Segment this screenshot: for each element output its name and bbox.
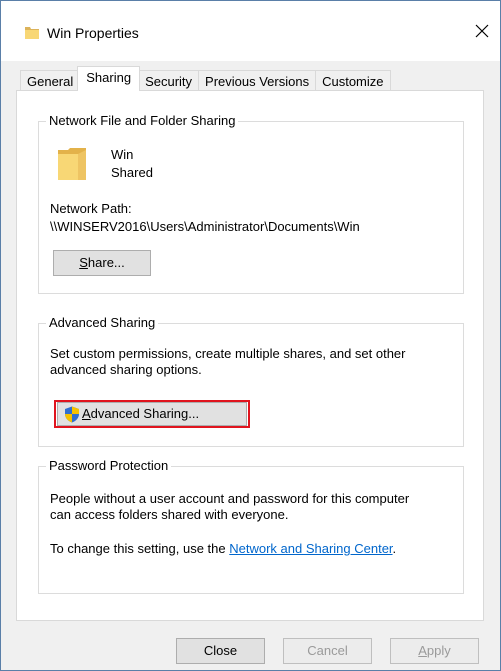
- advanced-sharing-button-mnemonic: A: [82, 406, 91, 421]
- apply-button-mnemonic: A: [418, 643, 427, 658]
- cancel-button[interactable]: Cancel: [283, 638, 372, 664]
- advanced-sharing-group-title: Advanced Sharing: [46, 315, 159, 331]
- password-protection-group-title: Password Protection: [46, 458, 172, 474]
- close-button[interactable]: Close: [176, 638, 265, 664]
- share-status: Shared: [111, 165, 153, 180]
- window-title: Win Properties: [47, 25, 139, 41]
- share-button-mnemonic: S: [79, 255, 88, 270]
- tab-strip: General Sharing Security Previous Versio…: [20, 66, 391, 91]
- tab-customize[interactable]: Customize: [315, 70, 391, 91]
- advanced-sharing-button-label: dvanced Sharing...: [90, 406, 200, 421]
- sharing-tab-panel: Network File and Folder Sharing Win Shar…: [16, 90, 484, 621]
- title-bar: Win Properties: [1, 1, 500, 61]
- password-protection-line2: can access folders shared with everyone.: [50, 507, 289, 522]
- network-path-value: \\WINSERV2016\Users\Administrator\Docume…: [50, 219, 360, 234]
- network-sharing-group: Network File and Folder Sharing Win Shar…: [38, 113, 464, 294]
- tab-sharing[interactable]: Sharing: [77, 66, 141, 91]
- folder-icon: [56, 146, 88, 185]
- change-setting-prefix: To change this setting, use the: [50, 541, 230, 556]
- password-protection-group: Password Protection People without a use…: [38, 458, 464, 594]
- advanced-sharing-description-line1: Set custom permissions, create multiple …: [50, 346, 406, 361]
- network-path-label: Network Path:: [50, 201, 132, 216]
- change-setting-text: To change this setting, use the Network …: [50, 541, 396, 557]
- uac-shield-icon: [64, 406, 80, 430]
- network-sharing-group-title: Network File and Folder Sharing: [46, 113, 239, 129]
- apply-button-label: pply: [426, 643, 451, 658]
- share-button[interactable]: Share...: [53, 250, 151, 276]
- password-protection-line1: People without a user account and passwo…: [50, 491, 410, 506]
- close-icon: [475, 24, 489, 41]
- properties-window: Win Properties General Sharing Security …: [0, 0, 501, 671]
- tab-general[interactable]: General: [20, 70, 81, 91]
- apply-button[interactable]: Apply: [390, 638, 479, 664]
- share-button-label: hare...: [87, 255, 125, 270]
- advanced-sharing-button[interactable]: Advanced Sharing...: [57, 402, 247, 426]
- shared-folder-name: Win: [111, 147, 134, 162]
- network-and-sharing-center-link[interactable]: Network and Sharing Center: [229, 541, 392, 556]
- advanced-sharing-description-line2: advanced sharing options.: [50, 362, 202, 377]
- advanced-sharing-group: Advanced Sharing Set custom permissions,…: [38, 315, 464, 447]
- tab-security[interactable]: Security: [138, 70, 200, 91]
- close-window-button[interactable]: [468, 18, 496, 46]
- change-setting-suffix: .: [392, 541, 397, 556]
- tab-previous-versions[interactable]: Previous Versions: [198, 70, 317, 91]
- folder-icon: [24, 25, 40, 44]
